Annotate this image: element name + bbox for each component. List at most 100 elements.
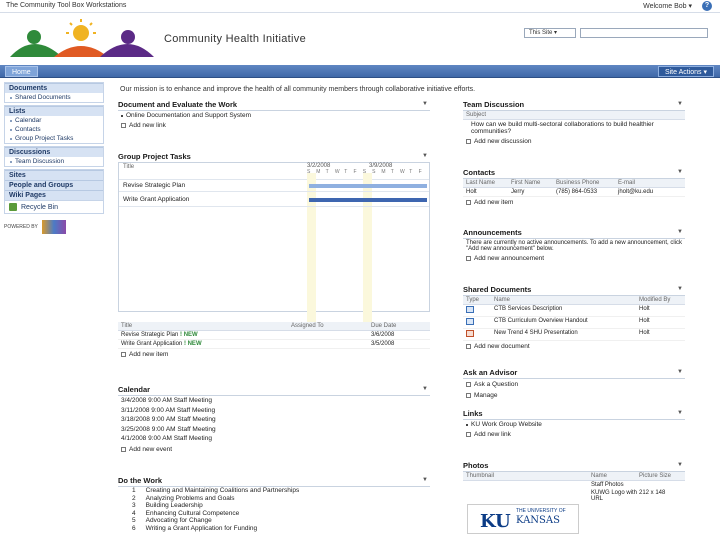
col-modified[interactable]: Modified By (639, 297, 670, 303)
site-actions-menu[interactable]: Site Actions ▾ (657, 66, 714, 77)
table-header[interactable]: Subject (463, 111, 685, 120)
calendar-event[interactable]: 3/18/2008 9:00 AM Staff Meeting (118, 415, 430, 425)
task-title[interactable]: Write Grant Application (121, 341, 182, 347)
ql-head-people[interactable]: People and Groups (5, 180, 103, 190)
list-item[interactable]: 5 Advocating for Change (118, 517, 430, 525)
col-title[interactable]: Title (121, 323, 291, 329)
ql-item-shared-documents[interactable]: Shared Documents (5, 93, 103, 102)
announcement-body: There are currently no active announceme… (466, 240, 683, 252)
table-row[interactable]: CTB Services Description Holt (463, 305, 685, 317)
calendar-event[interactable]: 4/1/2008 9:00 AM Staff Meeting (118, 434, 430, 444)
search-input[interactable] (580, 28, 708, 38)
col-email[interactable]: E-mail (618, 180, 635, 186)
webpart-title[interactable]: Team Discussion ▼ (463, 100, 685, 111)
webpart-title[interactable]: Ask an Advisor ▼ (463, 368, 685, 379)
webpart-menu-icon[interactable]: ▼ (677, 462, 683, 468)
col-first-name[interactable]: First Name (511, 180, 556, 186)
manage-link[interactable]: Manage (463, 390, 685, 401)
webpart-title[interactable]: Shared Documents ▼ (463, 285, 685, 296)
col-due[interactable]: Due Date (371, 323, 396, 329)
webpart-title[interactable]: Announcements ▼ (463, 228, 685, 239)
gantt-day-label: W (400, 169, 405, 175)
help-icon[interactable]: ? (702, 1, 712, 11)
calendar-event[interactable]: 3/4/2008 9:00 AM Staff Meeting (118, 396, 430, 406)
col-name[interactable]: Name (591, 473, 639, 479)
ql-head-sites[interactable]: Sites (5, 170, 103, 180)
col-phone[interactable]: Business Phone (556, 180, 618, 186)
webpart-menu-icon[interactable]: ▼ (677, 169, 683, 175)
list-item[interactable]: 4 Enhancing Cultural Competence (118, 510, 430, 518)
table-row[interactable]: Write Grant Application ! NEW 3/5/2008 (118, 340, 430, 349)
ask-question-link[interactable]: Ask a Question (463, 379, 685, 390)
add-icon (466, 139, 471, 144)
webpart-title[interactable]: Contacts ▼ (463, 168, 685, 179)
col-type[interactable]: Type (466, 297, 494, 303)
webpart-menu-icon[interactable]: ▼ (422, 153, 428, 159)
col-thumbnail[interactable]: Thumbnail (466, 473, 591, 479)
col-last-name[interactable]: Last Name (466, 180, 511, 186)
search-scope-select[interactable]: This Site ▾ (524, 28, 576, 38)
ql-item-contacts[interactable]: Contacts (5, 125, 103, 134)
add-document-button[interactable]: Add new document (463, 341, 685, 352)
ql-item-group-project-tasks[interactable]: Group Project Tasks (5, 134, 103, 143)
col-assigned[interactable]: Assigned To (291, 323, 371, 329)
list-item[interactable]: 6 Writing a Grant Application for Funding (118, 525, 430, 533)
webpart-title[interactable]: Links ▼ (463, 409, 685, 420)
powered-by-text: POWERED BY (4, 224, 38, 230)
task-title[interactable]: Revise Strategic Plan (121, 332, 178, 338)
webpart-title[interactable]: Document and Evaluate the Work ▼ (118, 100, 430, 111)
add-contact-button[interactable]: Add new item (463, 197, 685, 208)
list-item[interactable]: Online Documentation and Support System (118, 111, 430, 120)
add-icon (121, 446, 126, 452)
gantt-task-name[interactable]: Revise Strategic Plan (123, 182, 185, 189)
ql-head-documents[interactable]: Documents (5, 83, 103, 93)
gantt-task-name[interactable]: Write Grant Application (123, 196, 189, 203)
list-item[interactable]: 1 Creating and Maintaining Coalitions and… (118, 487, 430, 495)
table-row[interactable]: New Trend 4 SHU Presentation Holt (463, 329, 685, 341)
webpart-menu-icon[interactable]: ▼ (677, 369, 683, 375)
ql-head-lists[interactable]: Lists (5, 106, 103, 116)
webpart-menu-icon[interactable]: ▼ (422, 386, 428, 392)
webpart-title[interactable]: Calendar ▼ (118, 385, 430, 396)
webpart-menu-icon[interactable]: ▼ (677, 101, 683, 107)
webpart-menu-icon[interactable]: ▼ (677, 410, 683, 416)
table-row[interactable]: CTB Curriculum Overview Handout Holt (463, 317, 685, 329)
discussion-item[interactable]: How can we build multi-sectoral collabor… (463, 120, 685, 136)
gantt-bar[interactable] (309, 184, 427, 188)
webpart-menu-icon[interactable]: ▼ (422, 477, 428, 483)
webpart-menu-icon[interactable]: ▼ (422, 101, 428, 107)
webpart-title[interactable]: Do the Work ▼ (118, 476, 430, 487)
ku-logo-thumbnail[interactable]: THE UNIVERSITY OF KU KANSAS (467, 504, 579, 534)
webpart-menu-icon[interactable]: ▼ (677, 286, 683, 292)
webpart-title[interactable]: Photos ▼ (463, 461, 685, 472)
col-size[interactable]: Picture Size (639, 473, 671, 479)
ql-head-discussions[interactable]: Discussions (5, 147, 103, 157)
breadcrumb[interactable]: The Community Tool Box Workstations (6, 2, 126, 9)
webpart-menu-icon[interactable]: ▼ (677, 229, 683, 235)
tab-home[interactable]: Home (5, 66, 38, 77)
welcome-menu[interactable]: Welcome Bob ▾ (643, 2, 692, 10)
add-item-button[interactable]: Add new item (118, 349, 430, 360)
table-row[interactable]: KUWG Logo with URL 212 x 148 (463, 489, 685, 503)
ql-discussions: Discussions Team Discussion (4, 146, 104, 167)
add-discussion-button[interactable]: Add new discussion (463, 136, 685, 147)
table-row[interactable]: Staff Photos (463, 481, 685, 489)
add-event-button[interactable]: Add new event (118, 444, 430, 455)
gantt-bar[interactable] (309, 198, 427, 202)
add-link-button[interactable]: Add new link (118, 120, 430, 131)
calendar-event[interactable]: 3/11/2008 9:00 AM Staff Meeting (118, 406, 430, 416)
list-item[interactable]: 3 Building Leadership (118, 502, 430, 510)
add-link-button[interactable]: Add new link (463, 429, 685, 440)
link-item[interactable]: KU Work Group Website (463, 420, 685, 429)
table-row[interactable]: Revise Strategic Plan ! NEW 3/6/2008 (118, 331, 430, 340)
recycle-bin-link[interactable]: Recycle Bin (5, 200, 103, 213)
col-name[interactable]: Name (494, 297, 639, 303)
add-announcement-button[interactable]: Add new announcement (463, 253, 685, 264)
ql-item-team-discussion[interactable]: Team Discussion (5, 157, 103, 166)
ql-head-wiki[interactable]: Wiki Pages (5, 190, 103, 200)
calendar-event[interactable]: 3/25/2008 9:00 AM Staff Meeting (118, 425, 430, 435)
list-item[interactable]: 2 Analyzing Problems and Goals (118, 495, 430, 503)
table-header: Title Assigned To Due Date (118, 322, 430, 331)
ql-item-calendar[interactable]: Calendar (5, 116, 103, 125)
table-row[interactable]: Holt Jerry (785) 864-0533 jholt@ku.edu (463, 188, 685, 197)
